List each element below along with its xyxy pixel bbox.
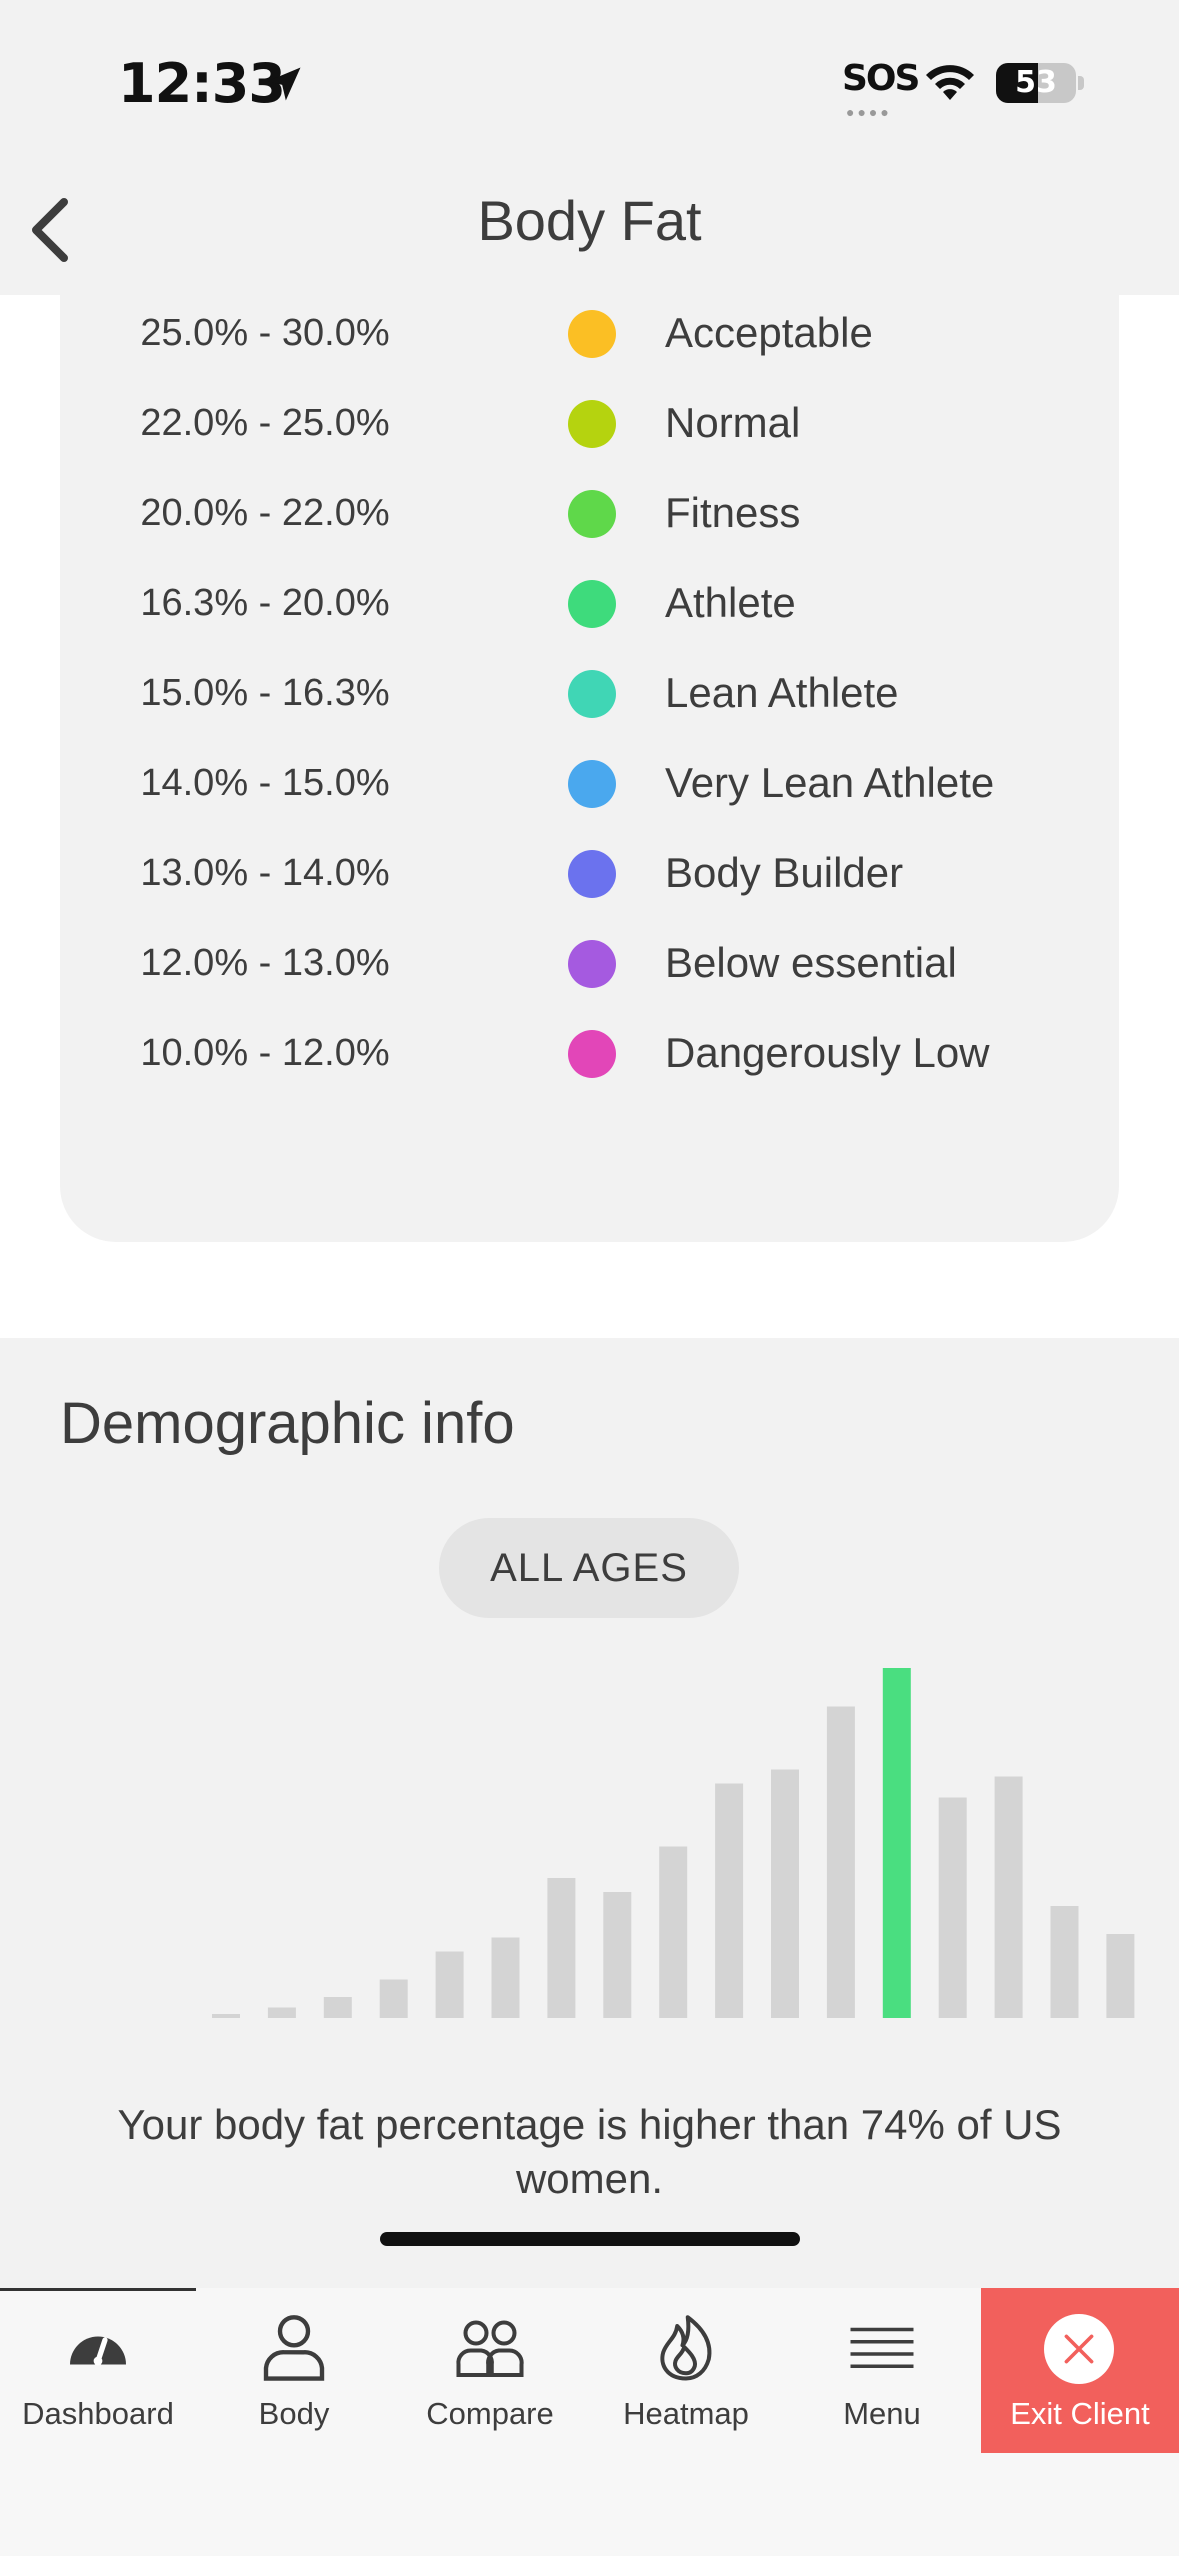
legend-color-dot	[568, 760, 616, 808]
age-filter-button[interactable]: ALL AGES	[439, 1518, 739, 1618]
legend-label: Acceptable	[665, 309, 873, 356]
histogram-bar	[435, 1951, 464, 2018]
close-icon	[1064, 2334, 1094, 2364]
tab-menu[interactable]: Menu	[784, 2288, 980, 2453]
histogram-bar	[659, 1846, 688, 2018]
body-fat-distribution-chart	[212, 1668, 1135, 2018]
histogram-bar	[771, 1769, 799, 2018]
tab-body[interactable]: Body	[196, 2288, 392, 2453]
histogram-bar	[938, 1797, 967, 2018]
page-title: Body Fat	[477, 189, 702, 252]
legend-range: 12.0% - 13.0%	[140, 942, 390, 984]
histogram-bar	[1106, 1934, 1135, 2018]
status-bar: 12:33 SOS ●●●● 53	[0, 0, 1179, 170]
legend-label: Body Builder	[665, 849, 904, 896]
battery-icon: 53	[996, 63, 1076, 103]
legend-row: 10.0% - 12.0% Dangerously Low	[60, 1008, 1119, 1098]
signal-dots-icon: ●●●●	[846, 104, 892, 120]
home-indicator	[380, 2232, 800, 2246]
flame-icon	[660, 2315, 712, 2381]
histogram-bar	[547, 1878, 576, 2018]
battery-percent: 53	[1015, 65, 1057, 100]
status-time: 12:33	[118, 52, 286, 115]
location-arrow-icon	[267, 67, 301, 101]
legend-color-dot	[568, 310, 616, 358]
legend-color-dot	[568, 940, 616, 988]
legend-range: 15.0% - 16.3%	[140, 672, 390, 714]
histogram-bar	[491, 1937, 520, 2018]
battery-tip	[1078, 76, 1084, 90]
sos-indicator: SOS	[842, 58, 920, 99]
people-icon	[456, 2320, 524, 2378]
histogram-bar	[826, 1706, 855, 2018]
exit-client-button[interactable]: Exit Client	[981, 2288, 1179, 2453]
histogram-bar	[715, 1783, 744, 2018]
tab-label: Dashboard	[22, 2396, 174, 2431]
person-icon	[263, 2315, 325, 2381]
histogram-bar	[1050, 1906, 1079, 2018]
legend-row: 20.0% - 22.0% Fitness	[60, 468, 1119, 558]
legend-label: Lean Athlete	[665, 669, 899, 716]
legend-color-dot	[568, 1030, 616, 1078]
legend-range: 22.0% - 25.0%	[140, 402, 390, 444]
histogram-bar	[379, 1979, 408, 2018]
legend-color-dot	[568, 400, 616, 448]
body-fat-legend-card: 30.0% - 35.0%High25.0% - 30.0%Acceptable…	[60, 240, 1119, 1242]
wifi-icon	[926, 65, 974, 100]
section-title: Demographic info	[60, 1391, 515, 1456]
tab-label: Compare	[426, 2396, 554, 2431]
tab-label: Heatmap	[623, 2396, 749, 2431]
tab-compare[interactable]: Compare	[392, 2288, 588, 2453]
legend-label: Dangerously Low	[665, 1029, 990, 1076]
legend-range: 16.3% - 20.0%	[140, 582, 390, 624]
exit-circle	[1044, 2314, 1114, 2384]
tab-label: Exit Client	[1010, 2396, 1150, 2431]
legend-label: Very Lean Athlete	[665, 759, 995, 806]
histogram-bar	[603, 1892, 632, 2018]
menu-icon	[850, 2327, 914, 2368]
legend-label: Fitness	[665, 489, 801, 536]
legend-row: 22.0% - 25.0% Normal	[60, 378, 1119, 468]
tab-label: Body	[258, 2396, 330, 2431]
legend-color-dot	[568, 850, 616, 898]
legend-row: 12.0% - 13.0% Below essential	[60, 918, 1119, 1008]
histogram-bar-highlight	[882, 1668, 911, 2018]
legend-label: Below essential	[665, 939, 957, 986]
legend-range: 20.0% - 22.0%	[140, 492, 390, 534]
legend-row: 25.0% - 30.0% Acceptable	[60, 288, 1119, 378]
legend-label: Athlete	[665, 579, 796, 626]
tab-heatmap[interactable]: Heatmap	[588, 2288, 784, 2453]
histogram-bar	[212, 2014, 240, 2018]
tab-label: Menu	[843, 2396, 921, 2431]
legend-row: 14.0% - 15.0% Very Lean Athlete	[60, 738, 1119, 828]
histogram-bar	[323, 1997, 352, 2018]
tab-dashboard[interactable]: Dashboard	[0, 2288, 196, 2453]
legend-range: 13.0% - 14.0%	[140, 852, 390, 894]
histogram-bar	[994, 1776, 1023, 2018]
legend-color-dot	[568, 490, 616, 538]
legend-row: 16.3% - 20.0% Athlete	[60, 558, 1119, 648]
percentile-summary: Your body fat percentage is higher than …	[117, 2101, 1062, 2202]
legend-color-dot	[568, 580, 616, 628]
legend-range: 14.0% - 15.0%	[140, 762, 390, 804]
demographic-section: Demographic info ALL AGES Your body fat …	[0, 1338, 1179, 2288]
legend-color-dot	[568, 670, 616, 718]
nav-bar: Body Fat	[0, 170, 1179, 295]
tab-bar: Dashboard Body Compare Heatmap Menu Exit…	[0, 2232, 1179, 2556]
legend-label: Normal	[665, 399, 801, 446]
histogram-bar	[267, 2007, 296, 2018]
speedometer-icon	[70, 2336, 126, 2366]
legend-row: 15.0% - 16.3% Lean Athlete	[60, 648, 1119, 738]
legend-range: 25.0% - 30.0%	[140, 312, 390, 354]
legend-row: 13.0% - 14.0% Body Builder	[60, 828, 1119, 918]
legend-range: 10.0% - 12.0%	[140, 1032, 390, 1074]
